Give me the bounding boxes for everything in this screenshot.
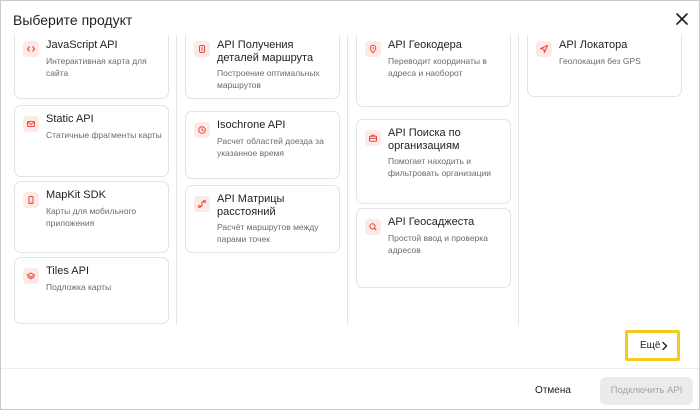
product-name: API Поиска по организациям <box>388 127 461 152</box>
product-description: Построение оптимальных маршрутов <box>217 68 320 90</box>
product-card-geocoder-api[interactable]: API Геокодера Переводит координаты в адр… <box>356 35 511 107</box>
more-label: Ещё <box>640 340 661 351</box>
product-description: Статичные фрагменты карты <box>46 130 162 140</box>
product-description: Переводит координаты в адреса и наоборот <box>388 56 487 78</box>
product-card-locator-api[interactable]: API Локатора Геолокация без GPS <box>527 35 682 97</box>
chevron-right-icon <box>662 341 668 351</box>
product-card-tiles-api[interactable]: Tiles API Подложка карты <box>14 257 169 324</box>
product-card-route-details-api[interactable]: API Получения деталей маршрута Построени… <box>185 35 340 99</box>
product-description: Помогает находить и фильтровать организа… <box>388 156 491 178</box>
product-card-static-api[interactable]: Static API Статичные фрагменты карты <box>14 105 169 177</box>
pin-icon <box>365 41 381 57</box>
product-description: Простой ввод и проверка адресов <box>388 233 488 255</box>
product-description: Геолокация без GPS <box>559 56 641 66</box>
navigation-icon <box>536 41 552 57</box>
product-description: Интерактивная карта для сайта <box>46 56 147 78</box>
connect-api-button[interactable]: Подключить API <box>600 377 693 405</box>
product-grid: JavaScript API Интерактивная карта для с… <box>1 35 699 325</box>
route-icon <box>194 41 210 57</box>
product-card-isochrone-api[interactable]: Isochrone API Расчет областей доезда за … <box>185 111 340 179</box>
product-name: API Получения деталей маршрута <box>217 39 314 64</box>
product-name: JavaScript API <box>46 39 118 51</box>
product-description: Расчет областей доезда за указанное врем… <box>217 136 324 158</box>
close-icon[interactable] <box>674 11 690 27</box>
product-name: MapKit SDK <box>46 189 106 201</box>
footer-divider <box>1 368 699 369</box>
product-picker-dialog: Выберите продукт JavaScript API Интеракт… <box>0 0 700 410</box>
product-card-javascript-api[interactable]: JavaScript API Интерактивная карта для с… <box>14 35 169 99</box>
column-divider <box>176 35 177 325</box>
product-name: API Геокодера <box>388 39 462 51</box>
code-icon <box>23 41 39 57</box>
dialog-title: Выберите продукт <box>13 12 133 28</box>
clock-icon <box>194 122 210 138</box>
product-card-geosuggest-api[interactable]: API Геосаджеста Простой ввод и проверка … <box>356 208 511 288</box>
phone-icon <box>23 192 39 208</box>
product-card-mapkit-sdk[interactable]: MapKit SDK Карты для мобильного приложен… <box>14 181 169 253</box>
product-card-distance-matrix-api[interactable]: API Матрицы расстояний Расчёт маршрутов … <box>185 185 340 253</box>
more-button[interactable]: Ещё <box>625 330 680 361</box>
product-name: Static API <box>46 113 94 125</box>
envelope-icon <box>23 116 39 132</box>
product-name: API Геосаджеста <box>388 216 475 228</box>
cancel-button[interactable]: Отмена <box>528 382 578 400</box>
product-name: API Локатора <box>559 39 628 51</box>
product-description: Расчёт маршрутов между парами точек <box>217 222 319 244</box>
briefcase-icon <box>365 130 381 146</box>
layers-icon <box>23 268 39 284</box>
column-divider <box>347 35 348 325</box>
product-card-places-search-api[interactable]: API Поиска по организациям Помогает нахо… <box>356 119 511 204</box>
product-description: Подложка карты <box>46 282 112 292</box>
product-name: Tiles API <box>46 265 89 277</box>
search-icon <box>365 219 381 235</box>
product-name: API Матрицы расстояний <box>217 193 285 218</box>
path-icon <box>194 196 210 212</box>
product-name: Isochrone API <box>217 119 286 131</box>
product-description: Карты для мобильного приложения <box>46 206 137 228</box>
column-divider <box>518 35 519 325</box>
